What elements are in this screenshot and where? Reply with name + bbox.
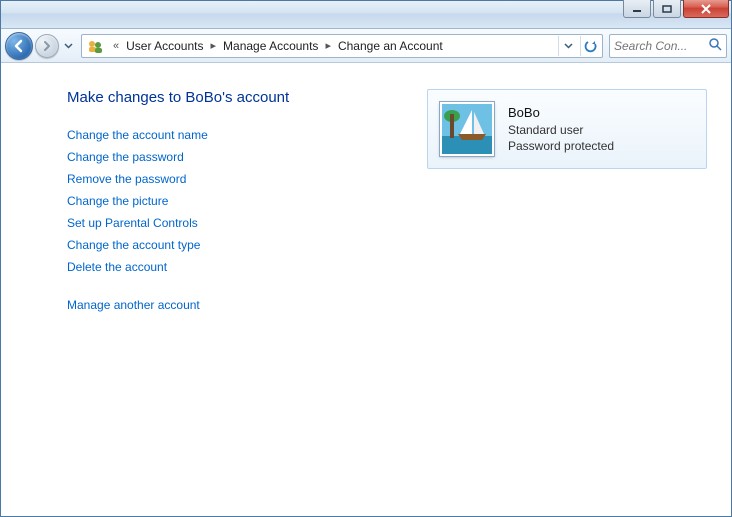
account-name: BoBo <box>508 104 614 122</box>
history-dropdown[interactable] <box>61 37 75 55</box>
address-bar-buttons <box>558 36 600 56</box>
account-card[interactable]: BoBo Standard user Password protected <box>427 89 707 169</box>
account-summary-column: BoBo Standard user Password protected <box>427 89 707 496</box>
breadcrumb-change-account[interactable]: Change an Account <box>336 35 445 57</box>
task-links-column: Make changes to BoBo's account Change th… <box>67 89 397 496</box>
link-change-password[interactable]: Change the password <box>67 146 397 168</box>
breadcrumb-prefix: « <box>108 40 124 52</box>
secondary-link-list: Manage another account <box>67 294 397 316</box>
account-info: BoBo Standard user Password protected <box>508 104 614 154</box>
breadcrumb-user-accounts[interactable]: User Accounts <box>124 35 205 57</box>
sailboat-picture-icon <box>442 104 494 156</box>
link-parental-controls[interactable]: Set up Parental Controls <box>67 212 397 234</box>
search-icon[interactable] <box>708 37 722 54</box>
search-box[interactable] <box>609 34 727 58</box>
address-bar[interactable]: « User Accounts ▸ Manage Accounts ▸ Chan… <box>81 34 603 58</box>
breadcrumb-separator: ▸ <box>206 39 222 52</box>
arrow-left-icon <box>12 39 26 53</box>
window-controls <box>623 0 729 18</box>
user-accounts-icon <box>86 37 104 55</box>
maximize-icon <box>662 5 672 13</box>
search-input[interactable] <box>614 39 704 53</box>
refresh-icon <box>584 39 598 53</box>
close-icon <box>700 4 712 14</box>
content-area: Make changes to BoBo's account Change th… <box>1 63 731 516</box>
link-manage-another[interactable]: Manage another account <box>67 294 397 316</box>
minimize-icon <box>632 5 642 13</box>
maximize-button[interactable] <box>653 0 681 18</box>
back-button[interactable] <box>5 32 33 60</box>
address-dropdown-button[interactable] <box>558 36 578 56</box>
forward-button[interactable] <box>35 34 59 58</box>
link-change-name[interactable]: Change the account name <box>67 124 397 146</box>
refresh-button[interactable] <box>580 36 600 56</box>
chevron-down-icon <box>564 43 573 49</box>
page-title: Make changes to BoBo's account <box>67 89 397 106</box>
close-button[interactable] <box>683 0 729 18</box>
action-link-list: Change the account name Change the passw… <box>67 124 397 278</box>
minimize-button[interactable] <box>623 0 651 18</box>
link-delete-account[interactable]: Delete the account <box>67 256 397 278</box>
link-change-type[interactable]: Change the account type <box>67 234 397 256</box>
navigation-bar: « User Accounts ▸ Manage Accounts ▸ Chan… <box>1 29 731 63</box>
chevron-down-icon <box>64 43 73 49</box>
titlebar <box>1 1 731 29</box>
breadcrumb-manage-accounts[interactable]: Manage Accounts <box>221 35 320 57</box>
breadcrumb-separator: ▸ <box>320 39 336 52</box>
arrow-right-icon <box>41 40 53 52</box>
control-panel-window: « User Accounts ▸ Manage Accounts ▸ Chan… <box>0 0 732 517</box>
account-avatar <box>440 102 494 156</box>
link-remove-password[interactable]: Remove the password <box>67 168 397 190</box>
account-type: Standard user <box>508 122 614 138</box>
account-status: Password protected <box>508 138 614 154</box>
link-change-picture[interactable]: Change the picture <box>67 190 397 212</box>
